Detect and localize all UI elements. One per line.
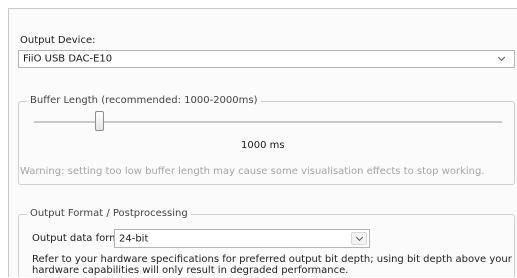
buffer-slider-thumb[interactable] xyxy=(95,111,104,131)
buffer-warning-text: Warning: setting too low buffer length m… xyxy=(20,166,485,177)
output-device-select[interactable]: FiiO USB DAC-E10 xyxy=(18,50,515,68)
output-data-format-dropdown-button[interactable] xyxy=(351,232,367,245)
output-device-value: FiiO USB DAC-E10 xyxy=(23,53,113,65)
buffer-length-group-title: Buffer Length (recommended: 1000-2000ms) xyxy=(27,95,261,106)
output-device-dropdown-button[interactable] xyxy=(494,53,508,65)
output-data-format-select[interactable]: 24-bit xyxy=(114,229,370,248)
buffer-length-value: 1000 ms xyxy=(241,140,285,151)
chevron-down-icon xyxy=(497,53,505,62)
chevron-down-icon xyxy=(355,233,363,241)
buffer-slider-track[interactable] xyxy=(34,121,502,124)
bit-depth-info-text: Refer to your hardware specifications fo… xyxy=(32,254,512,276)
output-device-label: Output Device: xyxy=(20,35,96,46)
output-format-group-title: Output Format / Postprocessing xyxy=(27,208,191,219)
output-data-format-value: 24-bit xyxy=(119,233,149,244)
